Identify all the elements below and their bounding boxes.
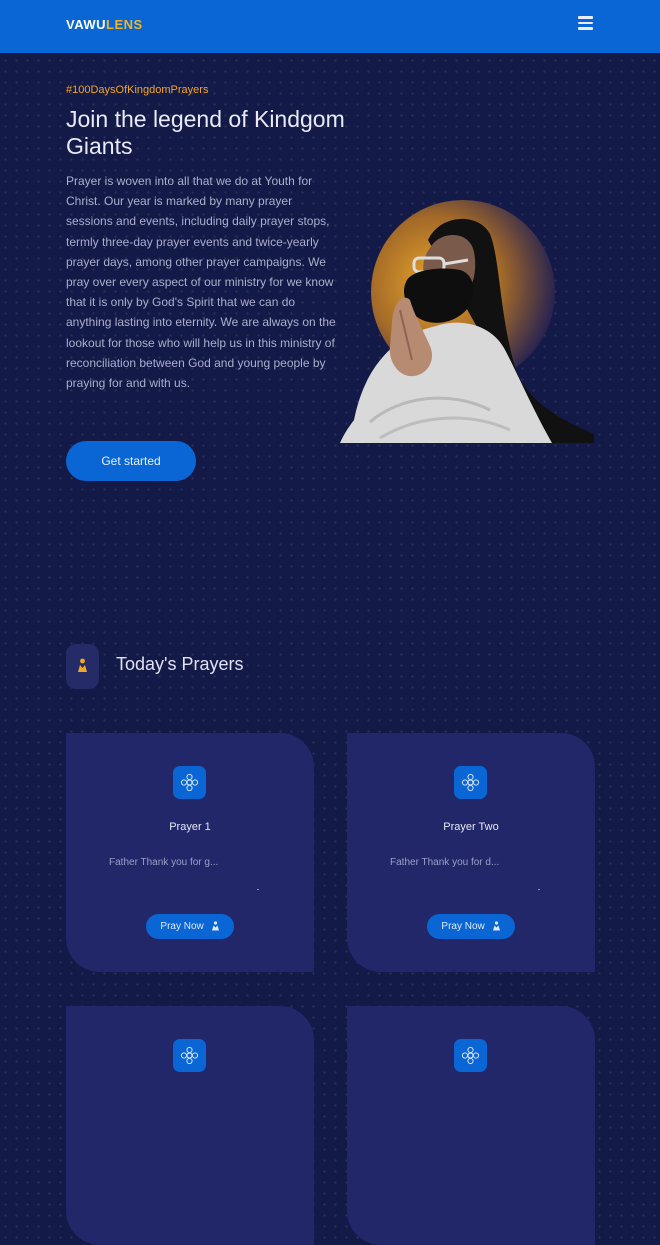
- card-flower-icon: [173, 1039, 206, 1072]
- divider: [538, 889, 540, 890]
- hero-hashtag: #100DaysOfKingdomPrayers: [66, 84, 209, 96]
- prayer-card[interactable]: [347, 1006, 595, 1245]
- pray-now-button[interactable]: Pray Now: [427, 914, 515, 939]
- card-flower-icon: [454, 1039, 487, 1072]
- praying-hands-icon: [211, 921, 219, 931]
- flower-icon: [180, 773, 199, 792]
- praying-hands-icon: [492, 921, 500, 931]
- pray-now-label: Pray Now: [441, 921, 485, 932]
- pray-now-button[interactable]: Pray Now: [146, 914, 234, 939]
- section-praying-icon: [66, 644, 99, 689]
- prayer-card[interactable]: [66, 1006, 314, 1245]
- hamburger-icon[interactable]: [578, 16, 593, 30]
- prayer-card[interactable]: Prayer Two Father Thank you for d... Pra…: [347, 733, 595, 972]
- divider: [257, 889, 259, 890]
- card-title: Prayer Two: [443, 821, 499, 833]
- pray-now-label: Pray Now: [160, 921, 204, 932]
- flower-icon: [180, 1046, 199, 1065]
- hero-image: [340, 200, 594, 443]
- brand-name-primary: VAWU: [66, 17, 107, 32]
- card-title: Prayer 1: [169, 821, 211, 833]
- hero-description: Prayer is woven into all that we do at Y…: [66, 174, 336, 391]
- flower-icon: [461, 773, 480, 792]
- card-excerpt: Father Thank you for g...: [109, 857, 219, 868]
- top-navbar: VAWULENS: [0, 0, 660, 53]
- hero-title: Join the legend of Kindgom Giants: [66, 106, 345, 159]
- section-title: Today's Prayers: [116, 654, 244, 674]
- card-flower-icon: [173, 766, 206, 799]
- get-started-button[interactable]: Get started: [66, 441, 196, 481]
- brand-logo[interactable]: VAWULENS: [66, 17, 143, 32]
- prayer-card[interactable]: Prayer 1 Father Thank you for g... Pray …: [66, 733, 314, 972]
- card-flower-icon: [454, 766, 487, 799]
- card-excerpt: Father Thank you for d...: [390, 857, 500, 868]
- brand-name-accent: LENS: [106, 17, 143, 32]
- praying-person-icon: [78, 658, 87, 672]
- flower-icon: [461, 1046, 480, 1065]
